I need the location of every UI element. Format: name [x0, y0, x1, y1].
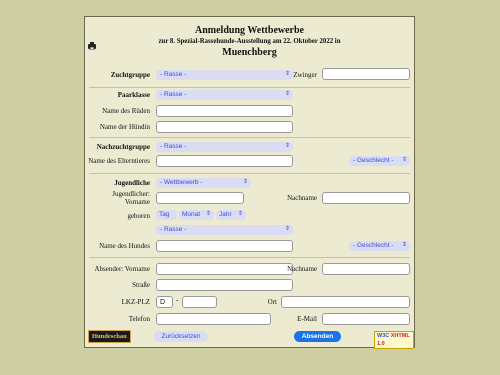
- geboren-label: geboren: [127, 212, 150, 220]
- chevron-updown-icon: ⇕: [284, 226, 290, 232]
- strasse-input[interactable]: [156, 279, 293, 291]
- absender-nachname-label: Nachname: [287, 265, 317, 273]
- nachzuchtgruppe-rasse-select[interactable]: - Rasse - ⇕: [156, 142, 293, 152]
- ruede-input[interactable]: [156, 105, 293, 117]
- absender-vorname-input[interactable]: [156, 263, 293, 275]
- plz-separator: -: [176, 296, 179, 304]
- ruede-label: Name des Rüden: [102, 107, 150, 115]
- w3c-badge[interactable]: W3C XHTML 1.0: [374, 331, 414, 349]
- lkz-input[interactable]: D: [156, 296, 173, 308]
- chevron-updown-icon: ⇕: [205, 211, 211, 217]
- wettbewerb-value: - Wettbewerb -: [160, 179, 203, 186]
- page-city: Muenchberg: [222, 47, 277, 58]
- separator: [89, 137, 410, 138]
- chevron-updown-icon: ⇕: [401, 242, 407, 248]
- chevron-updown-icon: ⇕: [237, 211, 243, 217]
- w3c-badge-logo: W3C: [377, 333, 390, 339]
- nachzuchtgruppe-rasse-value: - Rasse -: [160, 143, 187, 150]
- strasse-label: Straße: [132, 281, 150, 289]
- chevron-updown-icon: ⇕: [401, 157, 407, 163]
- huendin-label: Name der Hündin: [99, 123, 150, 131]
- jugend-geschlecht-value: - Geschlecht -: [353, 242, 394, 249]
- paarklasse-rasse-value: - Rasse -: [160, 91, 187, 98]
- nachzucht-geschlecht-select[interactable]: - Geschlecht - ⇕: [349, 156, 410, 166]
- jugend-rasse-select[interactable]: - Rasse - ⇕: [156, 225, 293, 235]
- reset-button[interactable]: Zurücksetzen: [154, 331, 208, 342]
- chevron-updown-icon: ⇕: [284, 143, 290, 149]
- jugend-vorname-label-1: Jugendlicher:: [112, 190, 150, 198]
- wettbewerb-select[interactable]: - Wettbewerb - ⇕: [156, 178, 251, 188]
- chevron-updown-icon: ⇕: [284, 91, 290, 97]
- jugend-nachname-label: Nachname: [287, 194, 317, 202]
- plz-input[interactable]: [182, 296, 217, 308]
- tag-value: Tag: [159, 211, 170, 218]
- absender-nachname-input[interactable]: [322, 263, 410, 275]
- nachzuchtgruppe-label: Nachzuchtgruppe: [96, 143, 150, 151]
- jahr-select[interactable]: Jahr ⇕: [216, 210, 246, 220]
- separator: [89, 87, 410, 88]
- paarklasse-rasse-select[interactable]: - Rasse - ⇕: [156, 90, 293, 100]
- zwinger-input[interactable]: [322, 68, 410, 80]
- hundeschau-logo[interactable]: Hundeschau: [88, 330, 131, 343]
- monat-select[interactable]: Monat ⇕: [179, 210, 214, 220]
- ort-input[interactable]: [281, 296, 410, 308]
- nachzucht-geschlecht-value: - Geschlecht -: [353, 157, 394, 164]
- hund-input[interactable]: [156, 240, 293, 252]
- zuchtgruppe-rasse-select[interactable]: - Rasse - ⇕: [156, 70, 293, 80]
- chevron-updown-icon: ⇕: [242, 179, 248, 185]
- tag-select[interactable]: Tag: [156, 210, 177, 220]
- plz-label: LKZ-PLZ: [121, 298, 150, 306]
- email-label: E-Mail: [297, 315, 317, 323]
- zuchtgruppe-label: Zuchtgruppe: [110, 71, 150, 79]
- submit-button[interactable]: Absenden: [294, 331, 341, 342]
- jugend-vorname-input[interactable]: [156, 192, 244, 204]
- telefon-input[interactable]: [156, 313, 271, 325]
- huendin-input[interactable]: [156, 121, 293, 133]
- chevron-updown-icon: ⇕: [284, 71, 290, 77]
- email-input[interactable]: [322, 313, 410, 325]
- jugendliche-label: Jugendliche: [114, 179, 150, 187]
- elterntier-label: Name des Elterntieres: [88, 157, 150, 165]
- zuchtgruppe-rasse-value: - Rasse -: [160, 71, 187, 78]
- registration-panel: Anmeldung Wettbewerbe zur 8. Spezial-Ras…: [84, 16, 415, 349]
- paarklasse-label: Paarklasse: [117, 91, 150, 99]
- absender-vorname-label: Absender: Vorname: [94, 265, 150, 273]
- jahr-value: Jahr: [219, 211, 232, 218]
- zwinger-label: Zwinger: [293, 71, 317, 79]
- page-title: Anmeldung Wettbewerbe: [195, 25, 304, 36]
- jugend-geschlecht-select[interactable]: - Geschlecht - ⇕: [349, 241, 410, 251]
- elterntier-input[interactable]: [156, 155, 293, 167]
- telefon-label: Telefon: [128, 315, 150, 323]
- ort-label: Ort: [267, 298, 277, 306]
- jugend-rasse-value: - Rasse -: [160, 226, 187, 233]
- separator: [89, 257, 410, 258]
- page-subtitle: zur 8. Spezial-Rassehunde-Ausstellung am…: [158, 38, 341, 45]
- monat-value: Monat: [182, 211, 201, 218]
- separator: [89, 173, 410, 174]
- hund-label: Name des Hundes: [99, 242, 150, 250]
- jugend-vorname-label-2: Vorname: [124, 198, 150, 206]
- jugend-nachname-input[interactable]: [322, 192, 410, 204]
